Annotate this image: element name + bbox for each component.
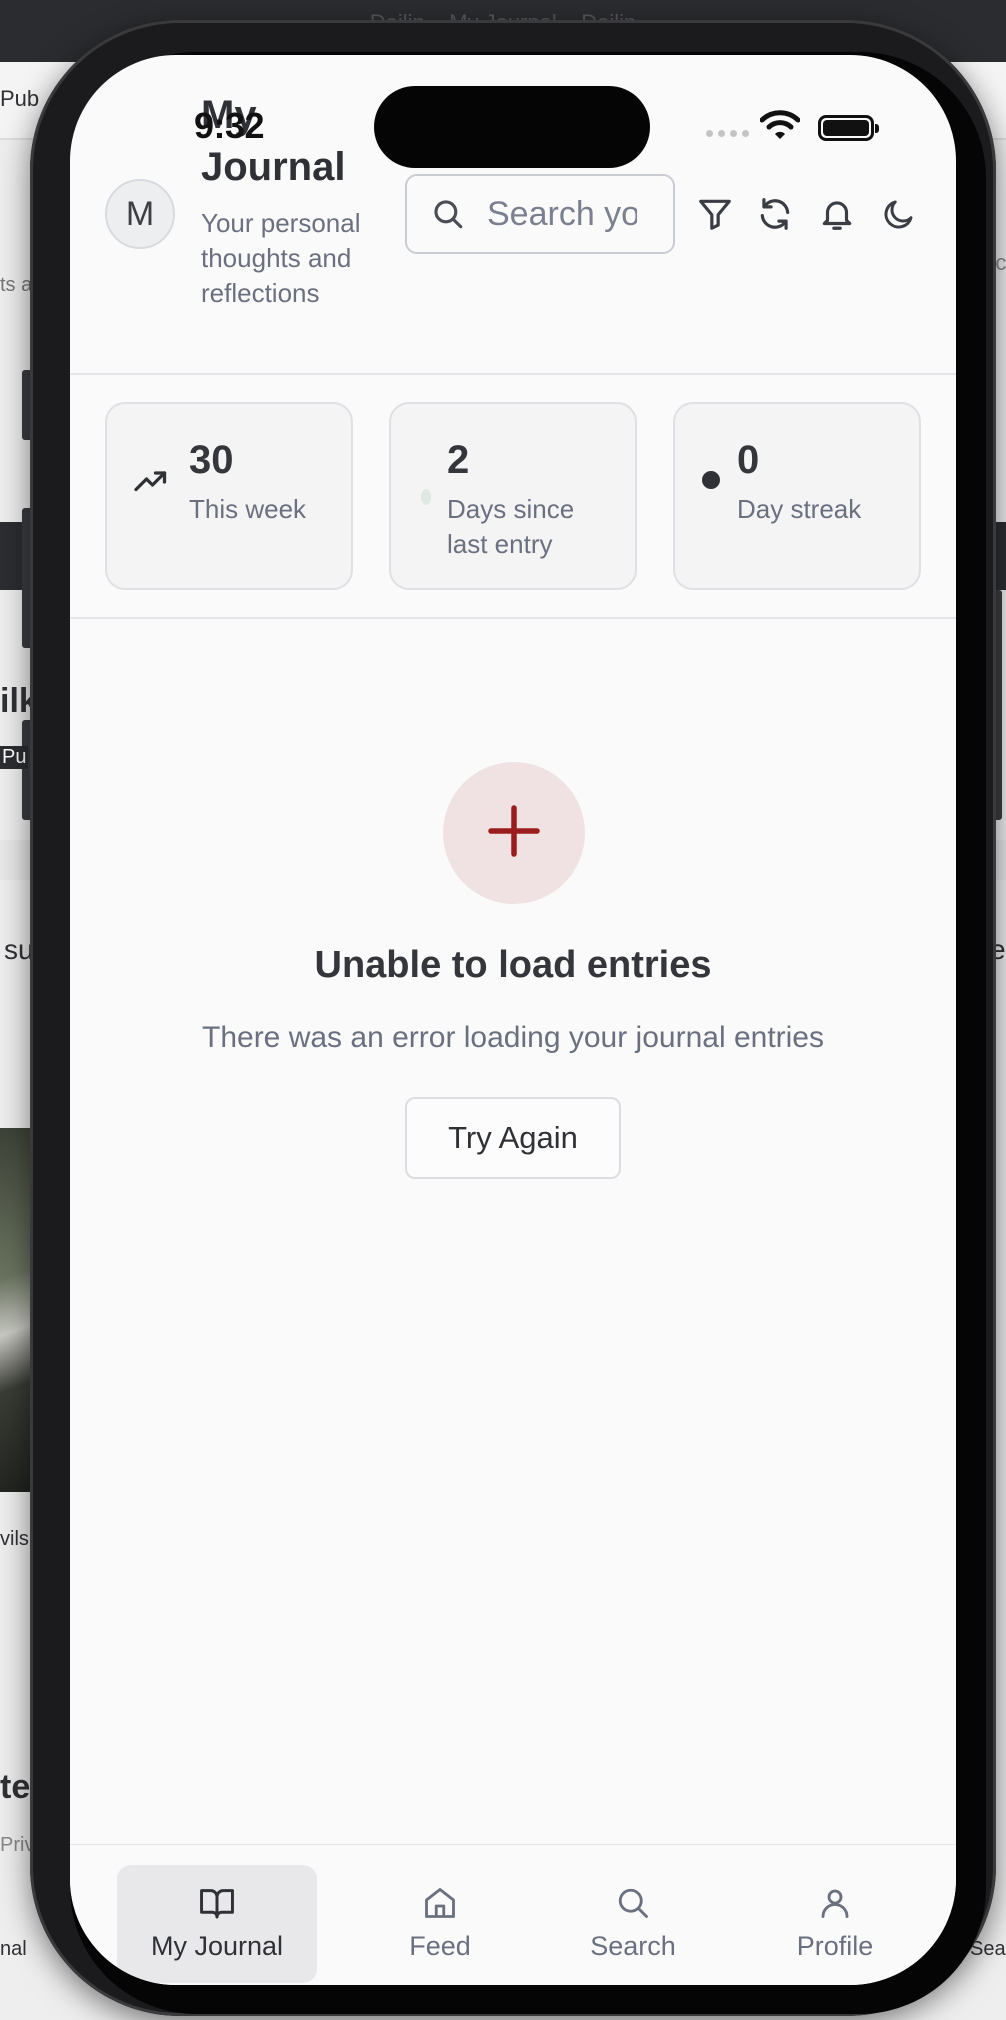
home-icon xyxy=(422,1883,458,1923)
stat-label: This week xyxy=(189,494,307,524)
search-icon xyxy=(615,1883,651,1923)
nav-item-label: Profile xyxy=(796,1931,874,1961)
battery-icon xyxy=(818,115,879,141)
app-screen: My Journal 9:32 M Your personal thoughts… xyxy=(70,55,956,1985)
stats-divider xyxy=(70,617,956,619)
background-text-fragment: ts a xyxy=(0,274,33,296)
plus-icon xyxy=(486,803,542,864)
nav-item-label: Feed xyxy=(409,1931,471,1961)
header-divider xyxy=(70,373,956,375)
bottom-nav: My Journal Feed Search Profile xyxy=(70,1845,956,1985)
background-text-fragment: Pub xyxy=(0,86,40,111)
book-open-icon xyxy=(198,1883,236,1923)
stat-label: Day streak xyxy=(737,494,862,524)
status-dot-icon xyxy=(420,488,432,511)
stat-card-day-streak: 0 Day streak xyxy=(673,402,921,590)
stat-value: 0 xyxy=(737,438,760,482)
filter-icon[interactable] xyxy=(692,191,738,237)
try-again-button[interactable]: Try Again xyxy=(405,1097,621,1179)
background-text-fragment: vils xyxy=(0,1528,29,1550)
nav-item-profile[interactable]: Profile xyxy=(760,1865,910,1983)
stat-label: Days since last entry xyxy=(447,494,575,559)
error-message: There was an error loading your journal … xyxy=(202,1021,824,1054)
stat-value: 2 xyxy=(447,438,470,482)
avatar[interactable]: M xyxy=(105,179,175,249)
background-text-fragment: Pu xyxy=(0,746,29,769)
bell-icon[interactable] xyxy=(814,191,860,237)
moon-icon[interactable] xyxy=(876,191,922,237)
stat-value: 30 xyxy=(189,438,234,482)
nav-item-search[interactable]: Search xyxy=(558,1865,708,1983)
search-field[interactable] xyxy=(405,174,675,254)
refresh-icon[interactable] xyxy=(752,191,798,237)
page-subtitle: Your personal thoughts and reflections xyxy=(201,208,361,308)
trending-up-icon xyxy=(133,464,169,505)
dynamic-island xyxy=(374,86,650,168)
search-input[interactable] xyxy=(487,194,637,234)
background-text-fragment: nal xyxy=(0,1938,27,1960)
error-title: Unable to load entries xyxy=(314,944,712,986)
status-time: 9:32 xyxy=(194,105,265,146)
stat-card-days-since-last-entry: 2 Days since last entry xyxy=(389,402,637,590)
nav-item-feed[interactable]: Feed xyxy=(370,1865,510,1983)
user-icon xyxy=(817,1883,853,1923)
stat-card-this-week: 30 This week xyxy=(105,402,353,590)
background-text-fragment: te xyxy=(0,1768,31,1806)
search-icon xyxy=(431,197,465,231)
nav-item-my-journal[interactable]: My Journal xyxy=(117,1865,317,1983)
wifi-icon xyxy=(759,109,801,146)
nav-item-label: My Journal xyxy=(150,1931,284,1961)
nav-item-label: Search xyxy=(590,1931,676,1961)
cellular-signal-icon xyxy=(706,130,749,137)
error-icon-circle xyxy=(443,762,585,904)
dot-icon xyxy=(701,470,721,495)
